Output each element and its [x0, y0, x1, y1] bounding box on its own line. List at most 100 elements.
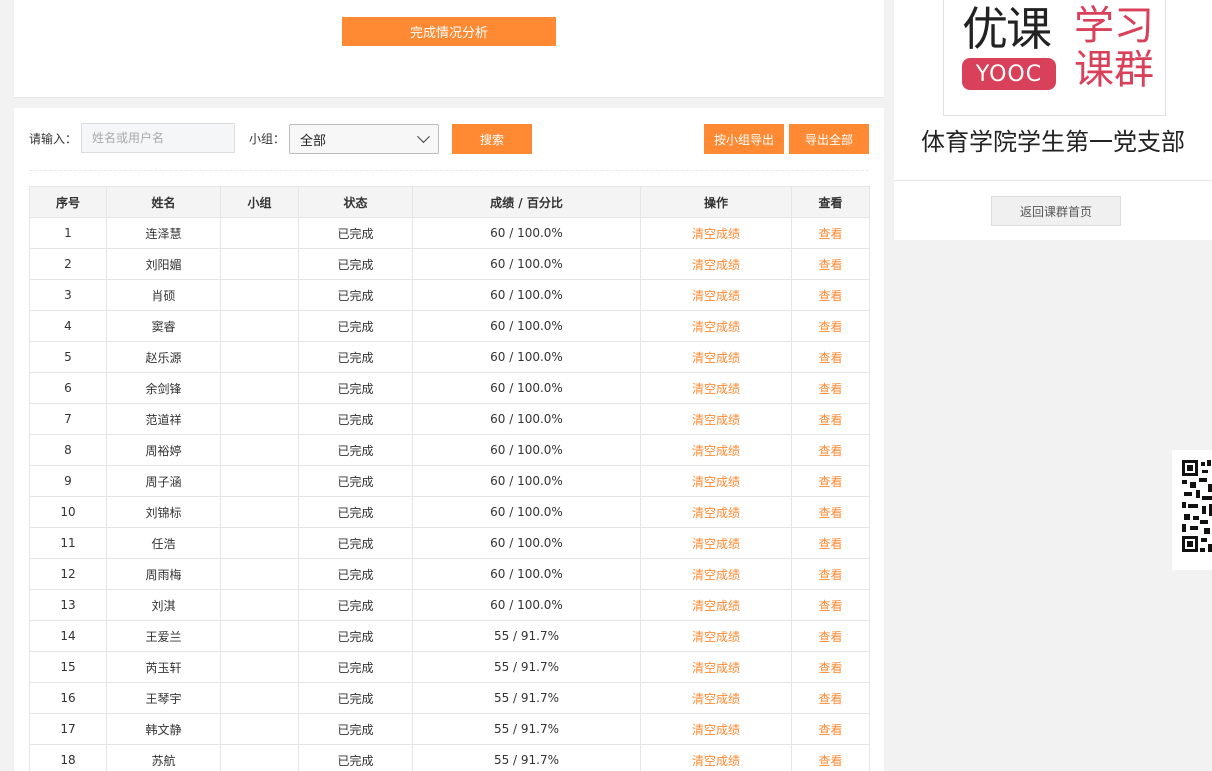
- clear-score-link[interactable]: 清空成绩: [640, 682, 792, 714]
- clear-score-link[interactable]: 清空成绩: [640, 496, 792, 528]
- header-score: 成绩 / 百分比: [412, 186, 641, 218]
- row-index: 11: [29, 527, 107, 559]
- row-score: 60 / 100.0%: [412, 403, 641, 435]
- row-name: 王爱兰: [106, 620, 221, 652]
- row-index: 10: [29, 496, 107, 528]
- row-score: 60 / 100.0%: [412, 434, 641, 466]
- row-group: [220, 527, 299, 559]
- view-link[interactable]: 查看: [791, 341, 870, 373]
- row-group: [220, 558, 299, 590]
- table-row: 14 王爱兰 已完成 55 / 91.7% 清空成绩 查看: [29, 620, 870, 652]
- view-link[interactable]: 查看: [791, 310, 870, 342]
- view-link[interactable]: 查看: [791, 403, 870, 435]
- table-row: 16 王琴宇 已完成 55 / 91.7% 清空成绩 查看: [29, 682, 870, 714]
- clear-score-link[interactable]: 清空成绩: [640, 279, 792, 311]
- search-input[interactable]: [81, 123, 235, 153]
- search-button[interactable]: 搜索: [452, 124, 532, 154]
- clear-score-link[interactable]: 清空成绩: [640, 341, 792, 373]
- row-status: 已完成: [298, 620, 413, 652]
- table-row: 2 刘阳媚 已完成 60 / 100.0% 清空成绩 查看: [29, 248, 870, 280]
- view-link[interactable]: 查看: [791, 465, 870, 497]
- view-link[interactable]: 查看: [791, 589, 870, 621]
- row-score: 60 / 100.0%: [412, 372, 641, 404]
- export-by-group-button[interactable]: 按小组导出: [704, 124, 784, 154]
- clear-score-link[interactable]: 清空成绩: [640, 589, 792, 621]
- row-index: 17: [29, 713, 107, 745]
- yooc-logo: 优课 YOOC 学习 课群: [943, 0, 1166, 116]
- clear-score-link[interactable]: 清空成绩: [640, 217, 792, 249]
- header-view: 查看: [791, 186, 870, 218]
- row-score: 60 / 100.0%: [412, 217, 641, 249]
- clear-score-link[interactable]: 清空成绩: [640, 403, 792, 435]
- row-index: 6: [29, 372, 107, 404]
- view-link[interactable]: 查看: [791, 434, 870, 466]
- row-status: 已完成: [298, 279, 413, 311]
- row-group: [220, 279, 299, 311]
- row-name: 周子涵: [106, 465, 221, 497]
- table-row: 12 周雨梅 已完成 60 / 100.0% 清空成绩 查看: [29, 558, 870, 590]
- table-row: 4 窦睿 已完成 60 / 100.0% 清空成绩 查看: [29, 310, 870, 342]
- clear-score-link[interactable]: 清空成绩: [640, 558, 792, 590]
- view-link[interactable]: 查看: [791, 682, 870, 714]
- view-link[interactable]: 查看: [791, 527, 870, 559]
- row-group: [220, 744, 299, 771]
- view-link[interactable]: 查看: [791, 372, 870, 404]
- row-group: [220, 217, 299, 249]
- row-group: [220, 651, 299, 683]
- clear-score-link[interactable]: 清空成绩: [640, 713, 792, 745]
- row-index: 7: [29, 403, 107, 435]
- clear-score-link[interactable]: 清空成绩: [640, 527, 792, 559]
- view-link[interactable]: 查看: [791, 651, 870, 683]
- qr-code-widget[interactable]: [1172, 450, 1212, 570]
- row-name: 王琴宇: [106, 682, 221, 714]
- clear-score-link[interactable]: 清空成绩: [640, 465, 792, 497]
- clear-score-link[interactable]: 清空成绩: [640, 372, 792, 404]
- row-name: 刘淇: [106, 589, 221, 621]
- row-score: 55 / 91.7%: [412, 620, 641, 652]
- logo-text-youke: 优课: [962, 2, 1052, 56]
- table-row: 6 余剑锋 已完成 60 / 100.0% 清空成绩 查看: [29, 372, 870, 404]
- header-action: 操作: [640, 186, 792, 218]
- row-status: 已完成: [298, 558, 413, 590]
- clear-score-link[interactable]: 清空成绩: [640, 744, 792, 771]
- group-select[interactable]: 全部: [289, 124, 439, 154]
- filter-toolbar: 请输入： 小组： 全部 搜索 按小组导出 导出全部: [14, 108, 884, 170]
- group-select-value: 全部: [300, 133, 327, 149]
- clear-score-link[interactable]: 清空成绩: [640, 620, 792, 652]
- back-to-group-home-button[interactable]: 返回课群首页: [991, 196, 1121, 226]
- view-link[interactable]: 查看: [791, 248, 870, 280]
- view-link[interactable]: 查看: [791, 744, 870, 771]
- row-name: 窦睿: [106, 310, 221, 342]
- table-row: 17 韩文静 已完成 55 / 91.7% 清空成绩 查看: [29, 713, 870, 745]
- clear-score-link[interactable]: 清空成绩: [640, 651, 792, 683]
- view-link[interactable]: 查看: [791, 279, 870, 311]
- row-score: 60 / 100.0%: [412, 527, 641, 559]
- clear-score-link[interactable]: 清空成绩: [640, 248, 792, 280]
- view-link[interactable]: 查看: [791, 620, 870, 652]
- view-link[interactable]: 查看: [791, 496, 870, 528]
- row-name: 周雨梅: [106, 558, 221, 590]
- table-row: 7 范道祥 已完成 60 / 100.0% 清空成绩 查看: [29, 403, 870, 435]
- clear-score-link[interactable]: 清空成绩: [640, 310, 792, 342]
- row-score: 55 / 91.7%: [412, 744, 641, 771]
- logo-text-xuexi: 学习: [1074, 3, 1154, 49]
- clear-score-link[interactable]: 清空成绩: [640, 434, 792, 466]
- row-status: 已完成: [298, 465, 413, 497]
- row-status: 已完成: [298, 527, 413, 559]
- row-index: 18: [29, 744, 107, 771]
- table-row: 5 赵乐源 已完成 60 / 100.0% 清空成绩 查看: [29, 341, 870, 373]
- completion-analysis-button[interactable]: 完成情况分析: [342, 17, 556, 46]
- export-all-button[interactable]: 导出全部: [789, 124, 869, 154]
- view-link[interactable]: 查看: [791, 558, 870, 590]
- header-index: 序号: [29, 186, 107, 218]
- row-status: 已完成: [298, 403, 413, 435]
- row-status: 已完成: [298, 682, 413, 714]
- view-link[interactable]: 查看: [791, 217, 870, 249]
- view-link[interactable]: 查看: [791, 713, 870, 745]
- header-name: 姓名: [106, 186, 221, 218]
- row-status: 已完成: [298, 434, 413, 466]
- row-index: 1: [29, 217, 107, 249]
- row-name: 苏航: [106, 744, 221, 771]
- row-status: 已完成: [298, 341, 413, 373]
- row-group: [220, 682, 299, 714]
